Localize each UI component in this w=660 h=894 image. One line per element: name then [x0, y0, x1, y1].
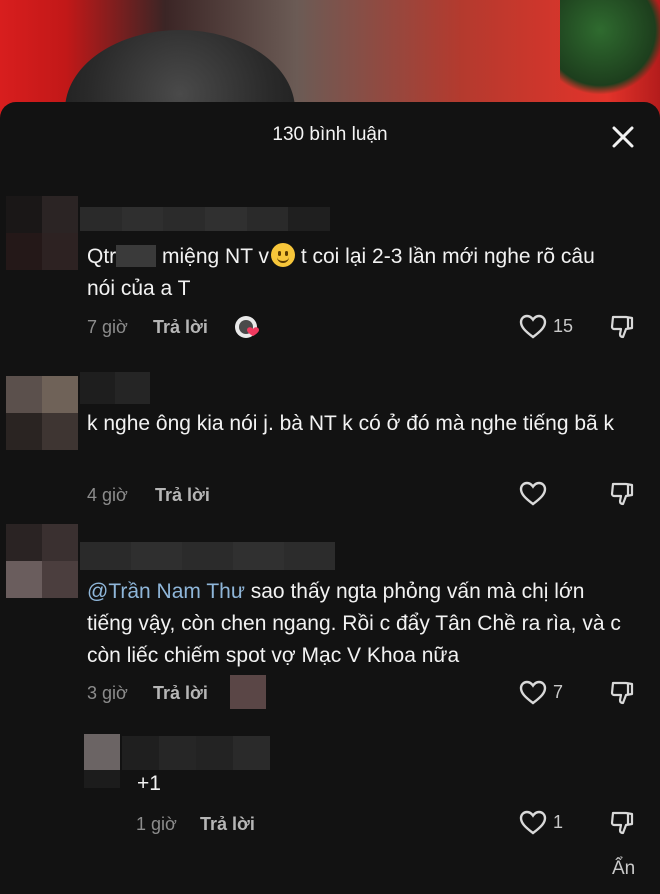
like-count: 15 — [553, 316, 574, 336]
hide-replies-button[interactable]: Ẩn — [612, 858, 635, 880]
sticker-thumbnail[interactable] — [230, 675, 266, 709]
heart-outline-icon — [519, 810, 547, 835]
reply-button[interactable]: Trả lời — [155, 485, 210, 506]
thumbs-down-icon — [610, 315, 634, 339]
comment-text: +1 — [137, 772, 161, 795]
like-count: 7 — [553, 682, 564, 702]
dislike-button[interactable] — [610, 314, 636, 345]
creator-liked-badge — [233, 314, 263, 340]
avatar[interactable] — [6, 524, 78, 598]
thumbs-down-icon — [610, 811, 634, 835]
mention-link[interactable]: @Trần Nam Thư — [87, 580, 245, 603]
dislike-button[interactable] — [610, 810, 636, 841]
like-button[interactable]: 15 — [519, 314, 573, 339]
comment-time: 1 giờ — [136, 814, 177, 834]
username[interactable] — [122, 736, 270, 770]
comment-time: 3 giờ — [87, 683, 128, 703]
plant-image — [560, 0, 660, 100]
thumbs-down-icon — [610, 482, 634, 506]
username[interactable] — [80, 207, 330, 231]
like-button[interactable]: 7 — [519, 680, 563, 705]
avatar[interactable] — [84, 734, 120, 788]
username[interactable] — [80, 542, 335, 570]
dislike-button[interactable] — [610, 481, 636, 512]
comment-text: k nghe ông kia nói j. bà NT k có ở đó mà… — [87, 412, 615, 435]
heart-outline-icon — [519, 680, 547, 705]
dislike-button[interactable] — [610, 680, 636, 711]
comment-text: @Trần Nam Thư sao thấy ngta phỏng vấn mà… — [87, 580, 621, 667]
comments-count-title: 130 bình luận — [272, 124, 388, 145]
like-button[interactable]: 1 — [519, 810, 563, 835]
heart-outline-icon — [519, 314, 547, 339]
creator-liked-icon — [235, 316, 259, 338]
smile-emoji-icon — [271, 243, 295, 267]
heart-outline-icon — [519, 481, 547, 506]
censored-word — [116, 245, 157, 267]
like-button[interactable] — [519, 481, 547, 506]
reply-button[interactable]: Trả lời — [153, 317, 208, 338]
cut-off-previous-row — [85, 154, 625, 166]
close-button[interactable] — [606, 120, 640, 154]
avatar[interactable] — [6, 376, 78, 450]
reply-button[interactable]: Trả lời — [200, 814, 255, 835]
comment-text: Qtr miệng NT v t coi lại 2-3 lần mới ngh… — [87, 243, 595, 300]
username[interactable] — [80, 372, 150, 404]
comment-time: 4 giờ — [87, 485, 128, 505]
reply-button[interactable]: Trả lời — [153, 683, 208, 704]
avatar[interactable] — [6, 196, 78, 270]
thumbs-down-icon — [610, 681, 634, 705]
like-count: 1 — [553, 812, 564, 832]
close-icon — [612, 126, 634, 148]
comment-time: 7 giờ — [87, 317, 128, 337]
